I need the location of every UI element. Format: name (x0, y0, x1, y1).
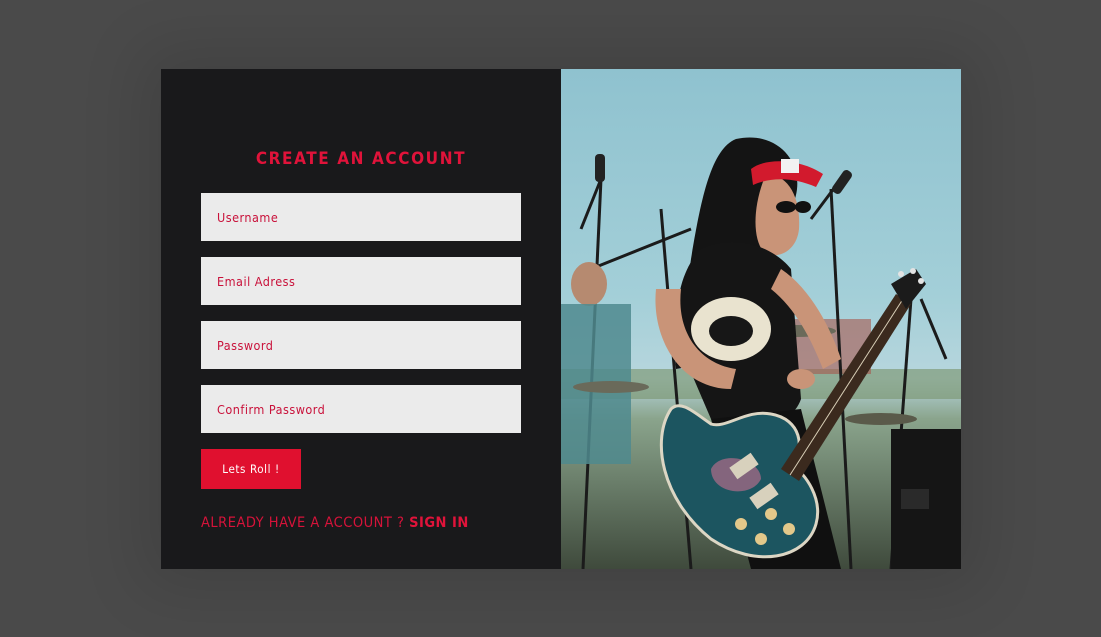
guitarist-illustration (561, 137, 961, 569)
signin-question: ALREADY HAVE A ACCOUNT ? (201, 515, 405, 531)
email-input[interactable] (201, 257, 521, 305)
signup-form-panel: CREATE AN ACCOUNT Lets Roll ! ALREADY HA… (161, 69, 561, 569)
submit-button[interactable]: Lets Roll ! (201, 449, 301, 489)
password-input[interactable] (201, 321, 521, 369)
username-input[interactable] (201, 193, 521, 241)
form-title: CREATE AN ACCOUNT (255, 149, 467, 169)
signin-prompt: ALREADY HAVE A ACCOUNT ? SIGN IN (201, 515, 469, 531)
hero-photo (561, 69, 961, 569)
signin-link[interactable]: SIGN IN (409, 515, 469, 531)
confirm-password-input[interactable] (201, 385, 521, 433)
signup-modal: CREATE AN ACCOUNT Lets Roll ! ALREADY HA… (161, 69, 961, 569)
